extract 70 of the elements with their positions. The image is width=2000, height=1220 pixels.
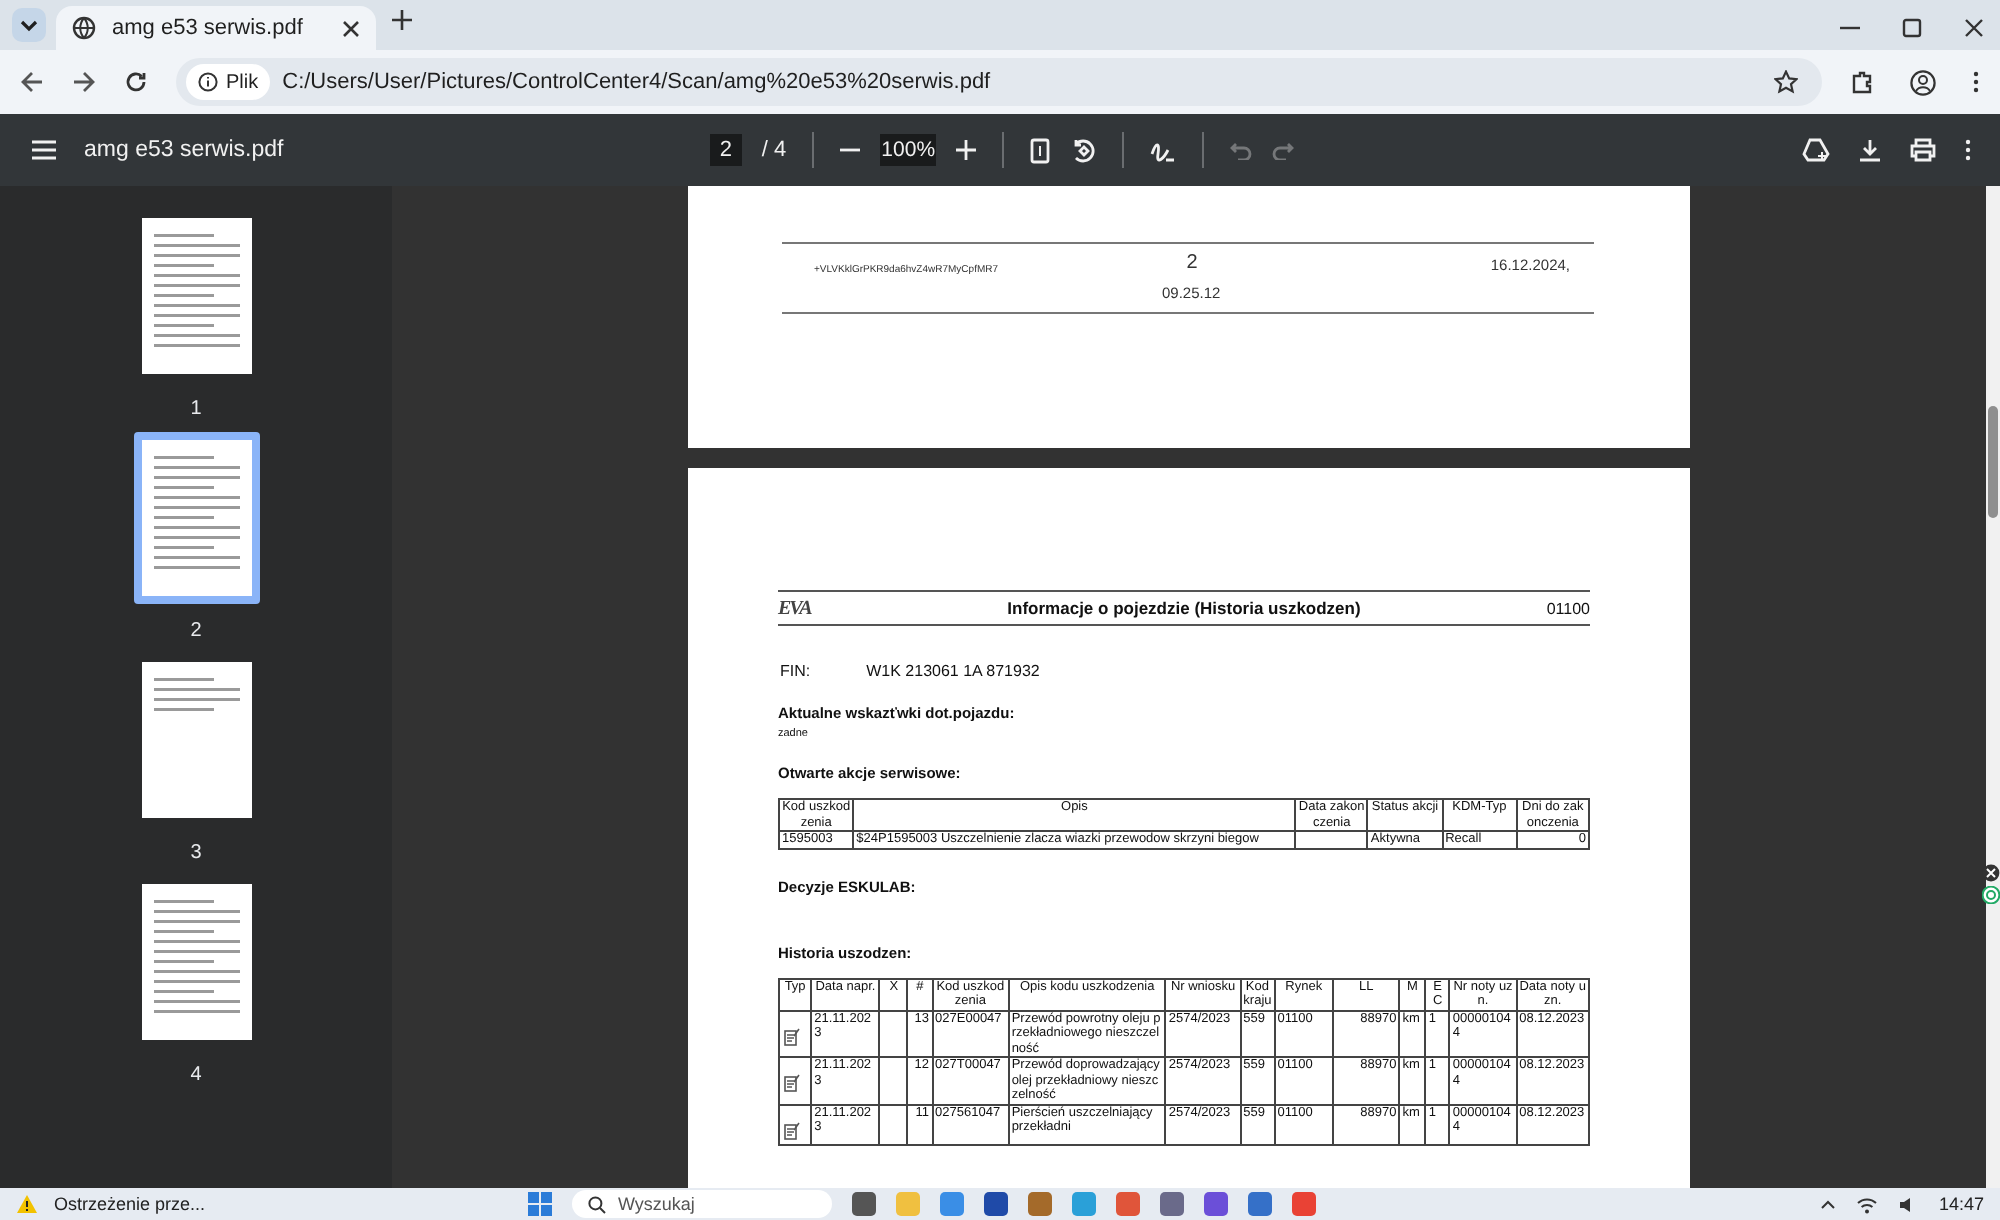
app-icon[interactable]	[1028, 1192, 1052, 1216]
table-cell	[879, 1010, 908, 1057]
table-cell	[1295, 831, 1368, 848]
drive-add-icon[interactable]	[1802, 138, 1830, 162]
zoom-in-icon[interactable]	[956, 140, 977, 160]
page-count: / 4	[761, 138, 787, 162]
logo: EVA	[778, 597, 814, 619]
clock-time: 14:47	[1938, 1194, 1984, 1214]
browser-tab[interactable]: amg e53 serwis.pdf	[56, 6, 376, 50]
app-icon[interactable]	[1204, 1192, 1228, 1216]
document-edit-icon	[784, 1121, 800, 1139]
notification-button[interactable]: Ostrzeżenie prze...	[16, 1194, 516, 1214]
page-number-label: 3	[190, 842, 202, 864]
more-icon[interactable]	[1964, 138, 1972, 162]
app-icon[interactable]	[1248, 1192, 1272, 1216]
chevron-down-icon	[20, 19, 38, 31]
document-heading: Informacje o pojezdzie (Historia uszkodzen)	[1005, 598, 1363, 618]
scrollbar[interactable]	[1986, 186, 2000, 1188]
more-icon[interactable]	[1972, 70, 1980, 94]
extensions-icon[interactable]	[1850, 70, 1874, 94]
profile-icon[interactable]	[1910, 69, 1936, 95]
info-circle-icon[interactable]	[1982, 886, 2000, 904]
star-icon[interactable]	[1774, 70, 1798, 94]
zoom-field[interactable]: 100%	[880, 134, 937, 166]
info-icon	[198, 72, 218, 92]
page-number-label: 1	[190, 398, 202, 420]
market-code: 01100	[1544, 599, 1590, 617]
app-icon[interactable]	[1160, 1192, 1184, 1216]
close-icon[interactable]	[1964, 18, 1984, 38]
app-icon[interactable]	[1116, 1192, 1140, 1216]
app-icon[interactable]	[1292, 1192, 1316, 1216]
page-number-field[interactable]: 2	[709, 134, 742, 166]
page-number-label: 2	[190, 620, 202, 642]
globe-icon	[72, 16, 96, 40]
app-icon[interactable]	[940, 1192, 964, 1216]
table-cell	[879, 1057, 908, 1104]
new-tab-icon[interactable]	[392, 10, 412, 30]
search-field[interactable]: Wyszukaj	[572, 1190, 832, 1218]
maximize-icon[interactable]	[1902, 18, 1922, 38]
site-info-button[interactable]: Plik	[186, 64, 271, 100]
search-icon	[588, 1195, 606, 1213]
scrollbar-thumb[interactable]	[1988, 406, 1998, 518]
chevron-up-icon[interactable]	[1820, 1198, 1837, 1210]
tab-title: amg e53 serwis.pdf	[112, 16, 305, 40]
close-icon[interactable]	[342, 19, 360, 37]
app-icon[interactable]	[852, 1192, 876, 1216]
wifi-icon[interactable]	[1856, 1195, 1879, 1213]
app-icon[interactable]	[984, 1192, 1008, 1216]
menu-icon[interactable]	[32, 140, 56, 160]
rotate-icon[interactable]	[1070, 137, 1097, 163]
print-icon[interactable]	[1910, 138, 1936, 162]
page-number-label: 4	[190, 1064, 202, 1086]
download-icon[interactable]	[1858, 138, 1882, 162]
document-title: amg e53 serwis.pdf	[84, 138, 284, 162]
annotate-icon[interactable]	[1150, 138, 1177, 162]
warning-icon	[16, 1194, 38, 1214]
windows-start-icon[interactable]	[528, 1192, 552, 1216]
address-bar[interactable]: Plik C:/Users/User/Pictures/ControlCenter4/Scan/amg%20e53%20serwis.pdf	[176, 58, 1822, 106]
url-text: C:/Users/User/Pictures/ControlCenter4/Scan/amg%20e53%20serwis.pdf	[282, 70, 993, 94]
back-icon[interactable]	[20, 70, 44, 94]
fin-value: W1K 213061 1A 871932	[866, 662, 1040, 680]
document-edit-icon	[784, 1074, 800, 1092]
reload-icon[interactable]	[124, 70, 148, 94]
fin-label: FIN:	[780, 662, 811, 680]
table-cell	[879, 1104, 908, 1145]
fit-page-icon[interactable]	[1030, 137, 1051, 163]
close-circle-icon[interactable]	[1982, 864, 2000, 882]
forward-icon[interactable]	[72, 70, 96, 94]
document-edit-icon	[784, 1027, 800, 1045]
tab-list-button[interactable]	[12, 8, 46, 42]
